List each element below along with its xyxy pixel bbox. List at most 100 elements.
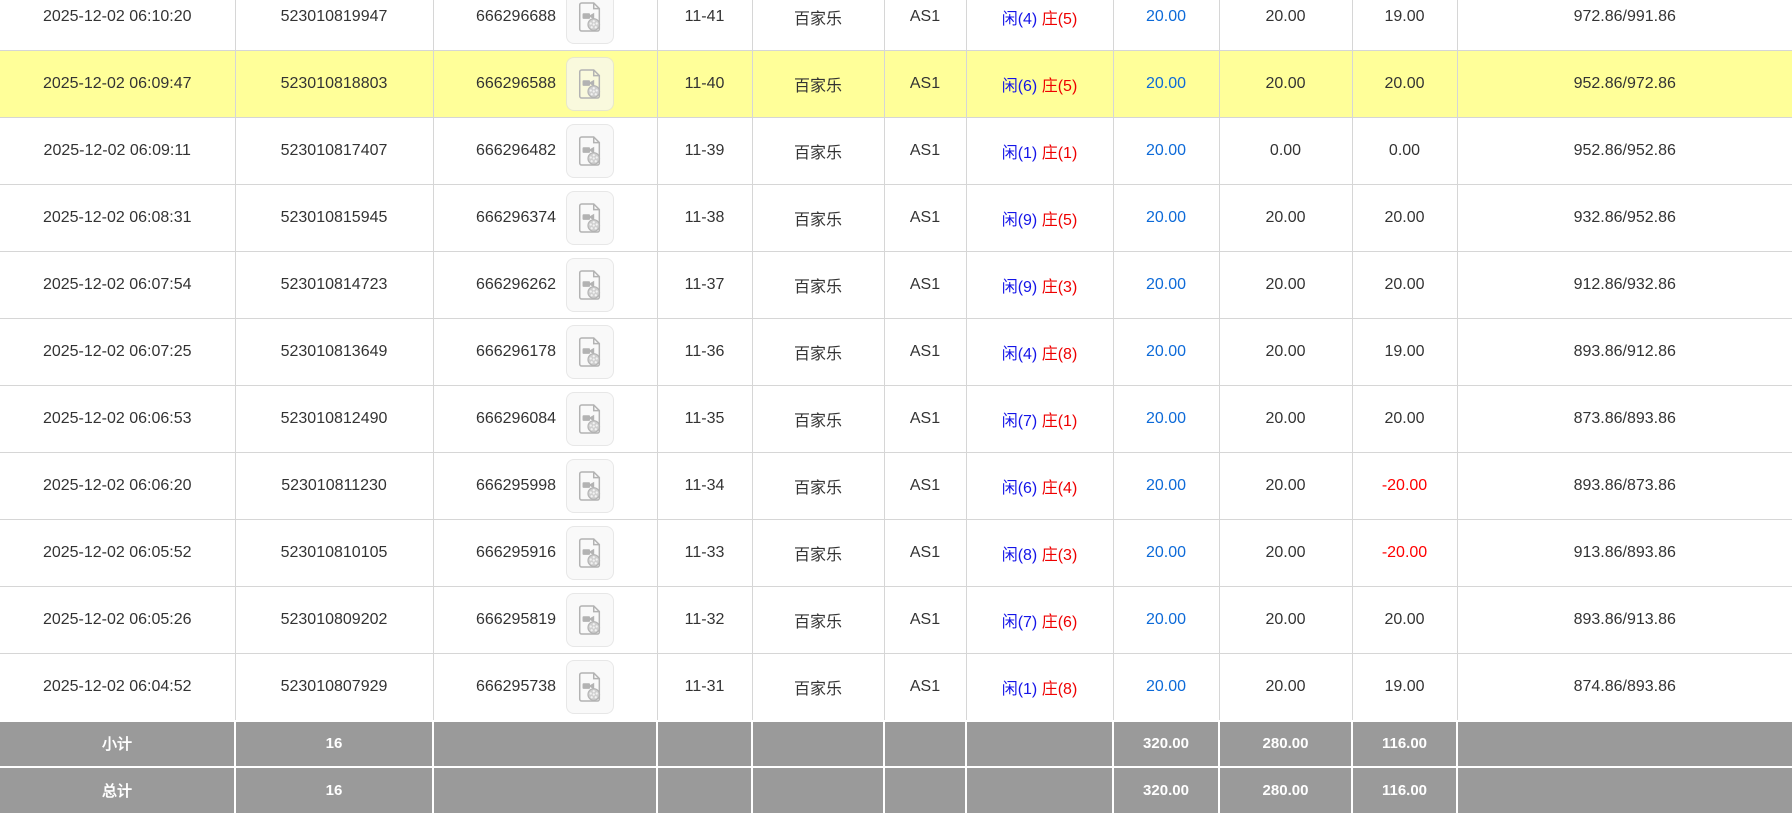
video-replay-button[interactable] — [566, 392, 614, 446]
order-number-text: 523010810105 — [281, 544, 388, 561]
video-replay-button[interactable] — [566, 325, 614, 379]
game-name-cell: 百家乐 — [752, 587, 884, 654]
player-result: 闲(9) — [1002, 212, 1038, 229]
valid-amount-cell: 20.00 — [1219, 185, 1352, 252]
table-row[interactable]: 2025-12-02 06:06:53523010812490666296084… — [0, 386, 1792, 453]
banker-result: 庄(8) — [1042, 346, 1078, 363]
video-replay-button[interactable] — [566, 526, 614, 580]
table-row[interactable]: 2025-12-02 06:05:52523010810105666295916… — [0, 520, 1792, 587]
win-loss-text: 20.00 — [1384, 75, 1424, 92]
table-row[interactable]: 2025-12-02 06:10:20523010819947666296688… — [0, 0, 1792, 51]
order-number-text: 523010819947 — [281, 8, 388, 25]
win-loss-text: 19.00 — [1384, 8, 1424, 25]
game-number-wrap: 666296262 — [434, 258, 657, 312]
order-number-text: 523010813649 — [281, 343, 388, 360]
order-number-text: 523010809202 — [281, 611, 388, 628]
win-loss-cell: 0.00 — [1352, 118, 1457, 185]
table-name-cell: AS1 — [884, 520, 966, 587]
round-text: 11-41 — [685, 8, 725, 25]
table-row[interactable]: 2025-12-02 06:05:26523010809202666295819… — [0, 587, 1792, 654]
bet-time-cell: 2025-12-02 06:07:25 — [0, 319, 235, 386]
bet-amount-link[interactable]: 20.00 — [1146, 276, 1186, 293]
summary-count-text: 16 — [326, 782, 343, 799]
win-loss-cell: 20.00 — [1352, 252, 1457, 319]
win-loss-text: 19.00 — [1384, 343, 1424, 360]
video-replay-icon — [576, 336, 604, 368]
win-loss-text: 19.00 — [1384, 678, 1424, 695]
bet-time-text: 2025-12-02 06:07:25 — [43, 343, 192, 360]
video-replay-button[interactable] — [566, 660, 614, 714]
win-loss-text: -20.00 — [1382, 544, 1427, 561]
win-loss-text: 0.00 — [1389, 142, 1420, 159]
win-loss-cell: 20.00 — [1352, 185, 1457, 252]
bet-amount-cell: 20.00 — [1113, 453, 1219, 520]
video-replay-button[interactable] — [566, 57, 614, 111]
table-name-text: AS1 — [910, 410, 940, 427]
table-row[interactable]: 2025-12-02 06:08:31523010815945666296374… — [0, 185, 1792, 252]
table-name-text: AS1 — [910, 8, 940, 25]
win-loss-cell: -20.00 — [1352, 520, 1457, 587]
valid-amount-text: 20.00 — [1265, 209, 1305, 226]
summary-empty-table-cell — [884, 721, 966, 767]
game-name-cell: 百家乐 — [752, 118, 884, 185]
video-replay-icon — [576, 135, 604, 167]
summary-empty-gameno-cell — [433, 767, 657, 813]
summary-bet-total-text: 320.00 — [1143, 782, 1189, 799]
table-name-text: AS1 — [910, 477, 940, 494]
valid-amount-cell: 20.00 — [1219, 520, 1352, 587]
table-row[interactable]: 2025-12-02 06:09:11523010817407666296482… — [0, 118, 1792, 185]
bet-time-text: 2025-12-02 06:06:53 — [43, 410, 192, 427]
round-cell: 11-40 — [657, 51, 752, 118]
table-row[interactable]: 2025-12-02 06:06:20523010811230666295998… — [0, 453, 1792, 520]
result-cell: 闲(9) 庄(5) — [966, 185, 1113, 252]
bet-amount-link[interactable]: 20.00 — [1146, 343, 1186, 360]
video-replay-icon — [576, 604, 604, 636]
bet-amount-cell: 20.00 — [1113, 319, 1219, 386]
banker-result: 庄(1) — [1042, 145, 1078, 162]
bet-amount-link[interactable]: 20.00 — [1146, 611, 1186, 628]
bet-amount-link[interactable]: 20.00 — [1146, 544, 1186, 561]
bet-amount-link[interactable]: 20.00 — [1146, 477, 1186, 494]
table-name-text: AS1 — [910, 544, 940, 561]
win-loss-cell: 20.00 — [1352, 386, 1457, 453]
video-replay-button[interactable] — [566, 258, 614, 312]
bet-time-cell: 2025-12-02 06:08:31 — [0, 185, 235, 252]
game-name-text: 百家乐 — [794, 681, 842, 698]
table-name-text: AS1 — [910, 343, 940, 360]
balance-cell: 932.86/952.86 — [1457, 185, 1792, 252]
game-name-cell: 百家乐 — [752, 654, 884, 721]
video-replay-button[interactable] — [566, 124, 614, 178]
summary-empty-gameno-cell — [433, 721, 657, 767]
video-replay-button[interactable] — [566, 191, 614, 245]
bet-amount-link[interactable]: 20.00 — [1146, 142, 1186, 159]
round-cell: 11-41 — [657, 0, 752, 51]
order-number-cell: 523010809202 — [235, 587, 433, 654]
video-replay-button[interactable] — [566, 459, 614, 513]
table-row[interactable]: 2025-12-02 06:07:54523010814723666296262… — [0, 252, 1792, 319]
bet-time-text: 2025-12-02 06:07:54 — [43, 276, 192, 293]
bet-time-text: 2025-12-02 06:09:11 — [44, 142, 191, 159]
game-name-text: 百家乐 — [794, 11, 842, 28]
bet-time-cell: 2025-12-02 06:06:20 — [0, 453, 235, 520]
bet-amount-link[interactable]: 20.00 — [1146, 8, 1186, 25]
table-row[interactable]: 2025-12-02 06:09:47523010818803666296588… — [0, 51, 1792, 118]
round-text: 11-34 — [685, 477, 725, 494]
bet-amount-link[interactable]: 20.00 — [1146, 410, 1186, 427]
video-replay-button[interactable] — [566, 593, 614, 647]
table-row[interactable]: 2025-12-02 06:04:52523010807929666295738… — [0, 654, 1792, 721]
valid-amount-cell: 20.00 — [1219, 654, 1352, 721]
bet-amount-link[interactable]: 20.00 — [1146, 209, 1186, 226]
table-row[interactable]: 2025-12-02 06:07:25523010813649666296178… — [0, 319, 1792, 386]
win-loss-text: 20.00 — [1384, 209, 1424, 226]
bet-amount-link[interactable]: 20.00 — [1146, 678, 1186, 695]
balance-text: 912.86/932.86 — [1574, 276, 1676, 293]
table-name-text: AS1 — [910, 276, 940, 293]
summary-bet-total-cell: 320.00 — [1113, 721, 1219, 767]
result-cell: 闲(4) 庄(8) — [966, 319, 1113, 386]
video-replay-icon — [576, 537, 604, 569]
bet-amount-link[interactable]: 20.00 — [1146, 75, 1186, 92]
valid-amount-cell: 20.00 — [1219, 587, 1352, 654]
valid-amount-text: 20.00 — [1265, 544, 1305, 561]
win-loss-cell: 19.00 — [1352, 654, 1457, 721]
video-replay-button[interactable] — [566, 0, 614, 44]
